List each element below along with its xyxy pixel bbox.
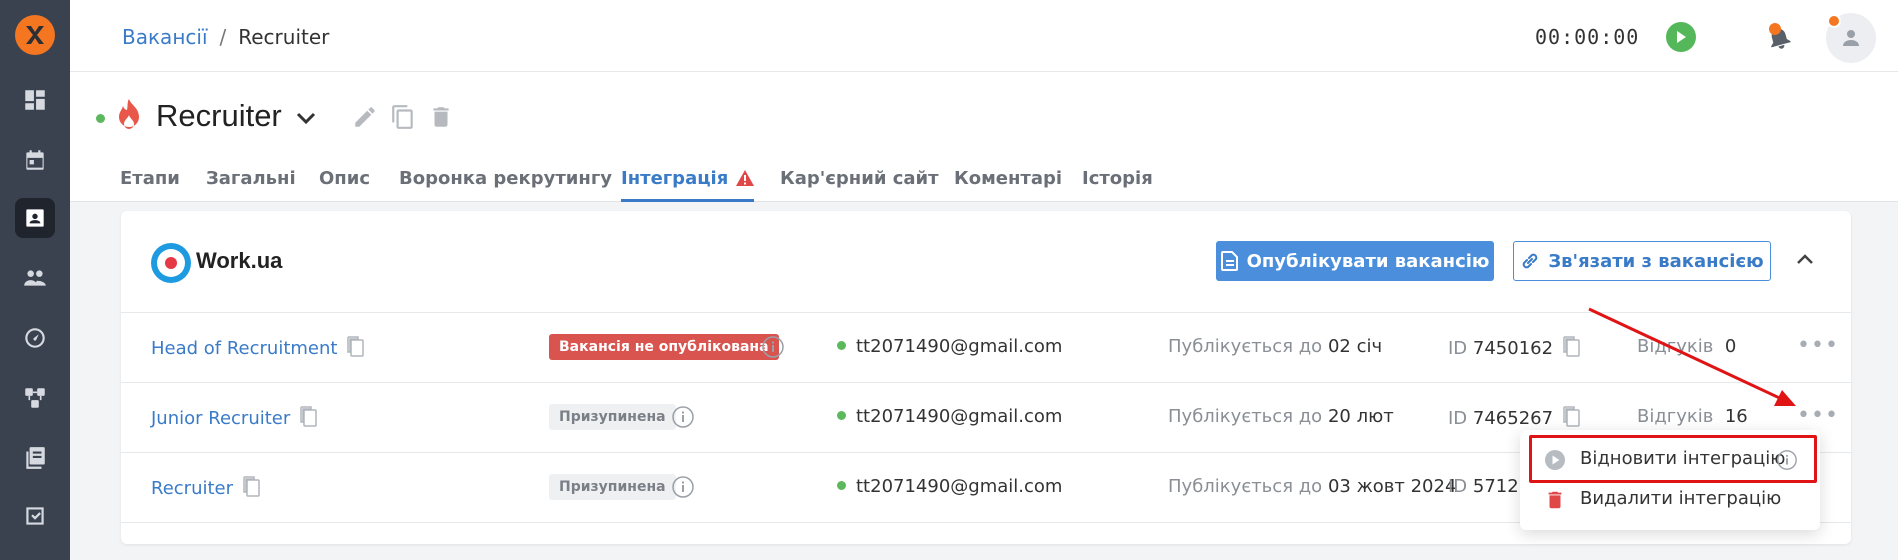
collapse-chevron-up-icon[interactable] (1796, 251, 1814, 273)
status-badge: Призупинена (549, 474, 676, 500)
account-status-dot (837, 341, 846, 350)
publish-until-label: Публікується до (1168, 476, 1323, 497)
nav-pipeline-icon[interactable] (15, 378, 55, 418)
time-tracker-display: 00:00:00 (1535, 25, 1640, 49)
tab-career-site[interactable]: Кар'єрний сайт (780, 156, 939, 202)
copy-icon[interactable] (243, 476, 261, 503)
publish-until-label: Публікується до (1168, 336, 1323, 357)
id-label: ID (1448, 476, 1468, 497)
job-switch-chevron-down-icon[interactable] (294, 106, 318, 134)
publish-until-date: 02 січ (1327, 336, 1383, 357)
edit-pencil-icon[interactable] (352, 104, 380, 132)
tab-recruiting-funnel[interactable]: Воронка рекрутингу (399, 156, 612, 202)
delete-integration-label: Видалити інтеграцію (1580, 488, 1782, 509)
responses-count: 16 (1724, 406, 1748, 427)
nav-library-icon[interactable] (15, 438, 55, 478)
hot-flame-icon (116, 98, 142, 134)
play-icon (1677, 31, 1686, 43)
workua-logo (151, 243, 191, 283)
tab-general[interactable]: Загальні (206, 156, 296, 202)
nav-dashboard-icon[interactable] (15, 80, 55, 120)
job-title: Recruiter (156, 98, 282, 133)
link-icon (1523, 253, 1538, 269)
info-icon[interactable] (671, 405, 695, 429)
tab-description[interactable]: Опис (319, 156, 370, 202)
status-badge: Вакансія не опублікована (549, 334, 779, 360)
more-options-icon[interactable]: ••• (1797, 403, 1839, 428)
breadcrumb-vacancies-link[interactable]: Вакансії (122, 25, 208, 49)
nav-reports-icon[interactable] (15, 318, 55, 358)
row-job-title-link[interactable]: Head of Recruitment (151, 338, 337, 359)
tab-integration[interactable]: Інтеграція (621, 156, 755, 202)
id-label: ID (1448, 408, 1468, 429)
copy-icon[interactable] (300, 406, 318, 433)
play-timer-button[interactable] (1666, 22, 1696, 52)
app-logo[interactable] (15, 15, 55, 55)
copy-id-icon[interactable] (1563, 336, 1581, 363)
info-icon[interactable] (761, 335, 785, 359)
nav-candidates-icon[interactable] (15, 258, 55, 298)
job-status-dot (96, 114, 105, 123)
responses-count: 0 (1724, 336, 1737, 357)
vacancy-id: 7450162 (1472, 338, 1554, 359)
nav-tasks-icon[interactable] (15, 496, 55, 536)
more-options-icon[interactable]: ••• (1797, 333, 1839, 358)
copy-icon[interactable] (347, 336, 365, 363)
duplicate-copy-icon[interactable] (390, 104, 418, 132)
publish-vacancy-label: Опублікувати вакансію (1246, 250, 1490, 272)
delete-trash-icon[interactable] (428, 104, 456, 132)
nav-calendar-icon[interactable] (15, 140, 55, 180)
sidebar (0, 0, 70, 560)
document-icon (1220, 251, 1238, 271)
job-header: Recruiter Етапи Загальні Опис Воронка ре… (70, 72, 1898, 202)
account-email: tt2071490@gmail.com (856, 406, 1063, 427)
link-vacancy-button[interactable]: Зв'язати з вакансією (1513, 241, 1771, 281)
breadcrumb: Вакансії / Recruiter (122, 25, 329, 49)
nav-vacancies-icon[interactable] (15, 198, 55, 238)
logo-icon (26, 26, 44, 44)
tab-history[interactable]: Історія (1082, 156, 1153, 202)
publish-until-date: 20 лют (1327, 406, 1394, 427)
link-vacancy-label: Зв'язати з вакансією (1548, 250, 1764, 272)
integration-row: Head of Recruitment Вакансія не опубліко… (121, 312, 1851, 382)
account-email: tt2071490@gmail.com (856, 476, 1063, 497)
publish-vacancy-button[interactable]: Опублікувати вакансію (1216, 241, 1494, 281)
responses-label: Відгуків (1637, 406, 1714, 427)
tab-integration-label: Інтеграція (621, 168, 729, 189)
highlight-annotation-box (1529, 435, 1817, 483)
account-email: tt2071490@gmail.com (856, 336, 1063, 357)
row-job-title-link[interactable]: Recruiter (151, 478, 233, 499)
publish-until-label: Публікується до (1168, 406, 1323, 427)
account-status-dot (837, 411, 846, 420)
tab-comments[interactable]: Коментарі (954, 156, 1062, 202)
responses-label: Відгуків (1637, 336, 1714, 357)
warning-icon (736, 170, 755, 191)
integration-name: Work.ua (196, 248, 283, 273)
breadcrumb-current: Recruiter (238, 25, 330, 49)
vacancy-id: 7465267 (1472, 408, 1554, 429)
notification-badge (1769, 23, 1781, 35)
row-job-title-link[interactable]: Junior Recruiter (151, 408, 290, 429)
delete-integration-menu-item[interactable]: Видалити інтеграцію (1520, 480, 1820, 520)
user-icon (1843, 30, 1859, 46)
breadcrumb-separator: / (219, 25, 227, 49)
publish-until-date: 03 жовт 2024 (1327, 476, 1457, 497)
trash-icon (1544, 489, 1566, 516)
copy-id-icon[interactable] (1563, 406, 1581, 433)
tab-stages[interactable]: Етапи (120, 156, 180, 202)
status-badge: Призупинена (549, 404, 676, 430)
avatar-status-dot (1827, 14, 1841, 28)
account-status-dot (837, 481, 846, 490)
id-label: ID (1448, 338, 1468, 359)
info-icon[interactable] (671, 475, 695, 499)
